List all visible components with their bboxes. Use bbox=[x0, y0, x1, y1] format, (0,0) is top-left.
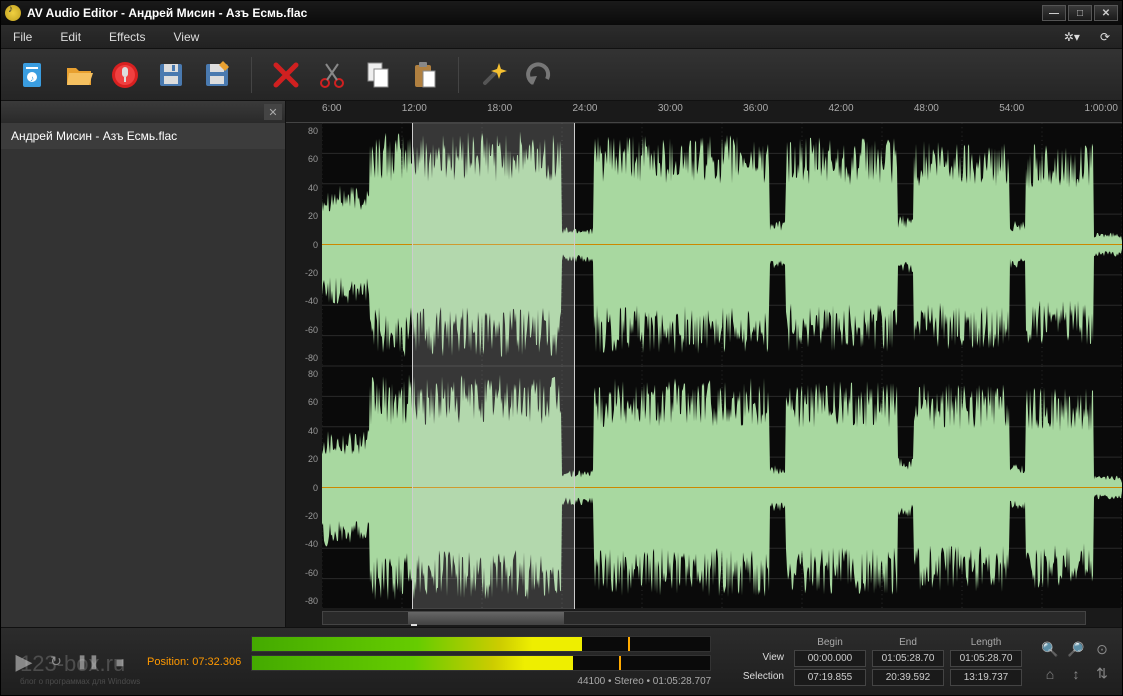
effects-button[interactable] bbox=[475, 57, 511, 93]
window-title: AV Audio Editor - Андрей Мисин - Азъ Есм… bbox=[27, 6, 307, 20]
db-scale-right: 806040200-20-40-60-80 bbox=[286, 366, 322, 609]
svg-text:♪: ♪ bbox=[30, 74, 34, 83]
selection-region[interactable] bbox=[412, 366, 575, 609]
waveform-channel-left[interactable] bbox=[322, 123, 1122, 366]
copy-button[interactable] bbox=[360, 57, 396, 93]
ruler-tick: 1:00:00 bbox=[1085, 103, 1118, 114]
status-bar: ▶ ↻ ❚❚ ■ Position: 07:32.306 44100 • Ste… bbox=[1, 627, 1122, 695]
sidebar: ✕ Андрей Мисин - Азъ Есмь.flac bbox=[1, 101, 286, 627]
save-as-button[interactable] bbox=[199, 57, 235, 93]
menu-file[interactable]: File bbox=[13, 30, 32, 44]
zoom-v-out-button[interactable]: ⇅ bbox=[1092, 664, 1112, 684]
sel-length: 13:19.737 bbox=[950, 669, 1022, 686]
close-button[interactable]: ✕ bbox=[1094, 5, 1118, 21]
time-ruler[interactable]: 6:00 12:00 18:00 24:00 30:00 36:00 42:00… bbox=[286, 101, 1122, 123]
ruler-tick: 24:00 bbox=[572, 103, 597, 114]
toolbar: ♪ bbox=[1, 49, 1122, 101]
selection-info-table: Begin End Length View 00:00.000 01:05:28… bbox=[739, 637, 1022, 686]
zoom-v-in-button[interactable]: ↕ bbox=[1066, 664, 1086, 684]
paste-button[interactable] bbox=[406, 57, 442, 93]
new-file-button[interactable]: ♪ bbox=[15, 57, 51, 93]
ruler-tick: 30:00 bbox=[658, 103, 683, 114]
sel-begin: 07:19.855 bbox=[794, 669, 866, 686]
selection-region[interactable] bbox=[412, 123, 575, 366]
ruler-tick: 54:00 bbox=[999, 103, 1024, 114]
maximize-button[interactable]: □ bbox=[1068, 5, 1092, 21]
cut-button[interactable] bbox=[314, 57, 350, 93]
file-list-item[interactable]: Андрей Мисин - Азъ Есмь.flac bbox=[1, 123, 285, 149]
pause-button[interactable]: ❚❚ bbox=[75, 649, 101, 675]
close-panel-button[interactable]: ✕ bbox=[264, 104, 282, 120]
waveform-channel-right[interactable] bbox=[322, 366, 1122, 609]
record-button[interactable] bbox=[107, 57, 143, 93]
ruler-tick: 36:00 bbox=[743, 103, 768, 114]
save-button[interactable] bbox=[153, 57, 189, 93]
position-display: Position: 07:32.306 bbox=[147, 656, 241, 668]
horizontal-scrollbar[interactable] bbox=[286, 609, 1122, 627]
scrollbar-thumb[interactable] bbox=[408, 612, 563, 624]
transport-controls: ▶ ↻ ❚❚ ■ bbox=[11, 649, 133, 675]
menu-edit[interactable]: Edit bbox=[60, 30, 81, 44]
view-length: 01:05:28.70 bbox=[950, 650, 1022, 667]
ruler-tick: 18:00 bbox=[487, 103, 512, 114]
ruler-tick: 12:00 bbox=[402, 103, 427, 114]
ruler-tick: 48:00 bbox=[914, 103, 939, 114]
sel-end: 20:39.592 bbox=[872, 669, 944, 686]
settings-icon[interactable]: ✲▾ bbox=[1064, 30, 1080, 44]
zoom-in-button[interactable]: 🔍 bbox=[1040, 640, 1060, 660]
level-meters: 44100 • Stereo • 01:05:28.707 bbox=[251, 636, 711, 687]
app-logo-icon bbox=[5, 5, 21, 21]
view-end: 01:05:28.70 bbox=[872, 650, 944, 667]
undo-button[interactable] bbox=[521, 57, 557, 93]
loop-button[interactable]: ↻ bbox=[43, 649, 69, 675]
play-button[interactable]: ▶ bbox=[11, 649, 37, 675]
stop-button[interactable]: ■ bbox=[107, 649, 133, 675]
view-begin: 00:00.000 bbox=[794, 650, 866, 667]
audio-format-info: 44100 • Stereo • 01:05:28.707 bbox=[251, 676, 711, 687]
zoom-fit-button[interactable]: ⊙ bbox=[1092, 640, 1112, 660]
menubar: File Edit Effects View ✲▾ ⟳ bbox=[1, 25, 1122, 49]
zoom-sel-button[interactable]: ⌂ bbox=[1040, 664, 1060, 684]
minimize-button[interactable]: — bbox=[1042, 5, 1066, 21]
refresh-icon[interactable]: ⟳ bbox=[1100, 30, 1110, 44]
menu-effects[interactable]: Effects bbox=[109, 30, 145, 44]
delete-button[interactable] bbox=[268, 57, 304, 93]
open-file-button[interactable] bbox=[61, 57, 97, 93]
ruler-tick: 6:00 bbox=[322, 103, 341, 114]
ruler-tick: 42:00 bbox=[829, 103, 854, 114]
waveform-area: 6:00 12:00 18:00 24:00 30:00 36:00 42:00… bbox=[286, 101, 1122, 627]
zoom-out-button[interactable]: 🔎 bbox=[1066, 640, 1086, 660]
titlebar: AV Audio Editor - Андрей Мисин - Азъ Есм… bbox=[1, 1, 1122, 25]
menu-view[interactable]: View bbox=[174, 30, 200, 44]
db-scale-left: 806040200-20-40-60-80 bbox=[286, 123, 322, 366]
